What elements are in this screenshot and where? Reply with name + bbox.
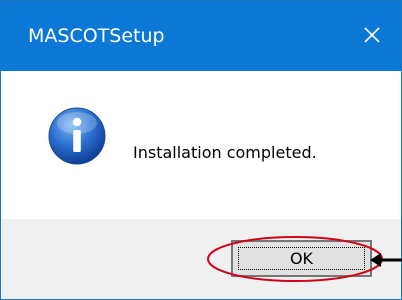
close-button[interactable] bbox=[343, 1, 401, 71]
close-icon bbox=[364, 27, 380, 43]
button-bar: OK bbox=[1, 219, 401, 299]
ok-button-label: OK bbox=[289, 249, 314, 268]
message-text: Installation completed. bbox=[133, 143, 317, 162]
message-area: Installation completed. bbox=[1, 71, 401, 219]
window-title: MASCOTSetup bbox=[28, 25, 165, 47]
title-bar[interactable]: MASCOTSetup bbox=[1, 1, 401, 71]
ok-button[interactable]: OK bbox=[231, 240, 372, 277]
info-icon bbox=[48, 107, 106, 165]
message-dialog: MASCOTSetup Installation completed. OK bbox=[0, 0, 402, 300]
